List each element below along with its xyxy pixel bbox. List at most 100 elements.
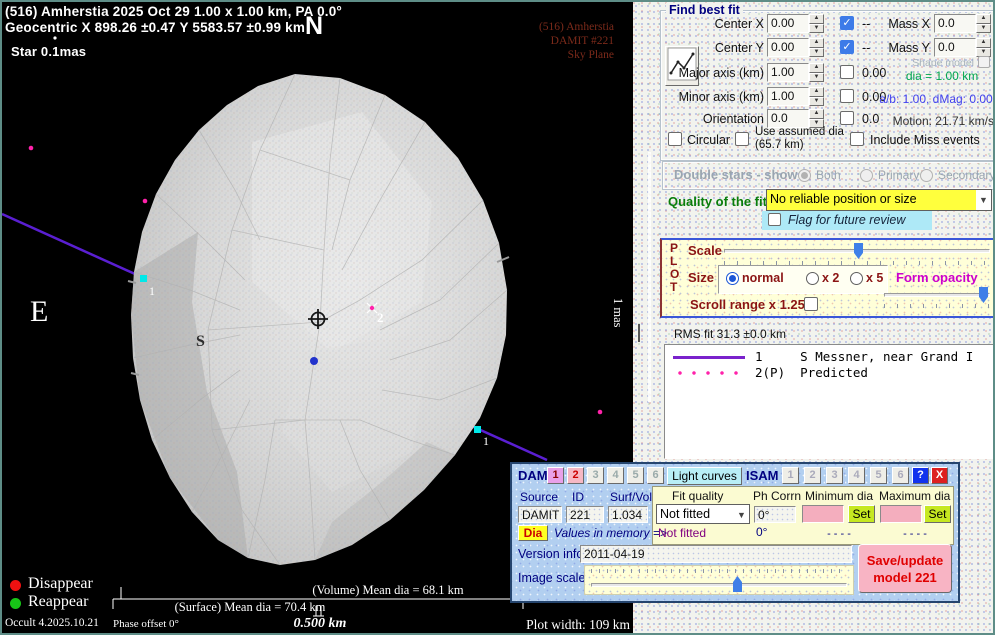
double-stars-secondary-radio[interactable] xyxy=(920,169,933,182)
plot-panel-title: P L O T xyxy=(670,242,679,294)
double-stars-secondary-label: Secondary xyxy=(938,168,995,182)
scale-slider-thumb[interactable] xyxy=(854,243,863,259)
isam-tab-3[interactable]: 3 xyxy=(826,467,843,484)
damit-model-tab-2[interactable]: 2 xyxy=(567,467,584,484)
orientation-checkbox[interactable] xyxy=(840,111,854,125)
version-info-label: Version info xyxy=(518,547,583,561)
mass-y-spinner[interactable]: ▲▼ xyxy=(976,38,991,57)
assumed-dia-label: Use assumed dia (65.7 km) xyxy=(755,126,849,151)
min-dia-field[interactable] xyxy=(802,505,844,523)
surfvol-field[interactable]: 1.034 xyxy=(608,506,648,523)
major-axis-checkbox[interactable] xyxy=(840,65,854,79)
center-y-input[interactable]: 0.00 xyxy=(767,38,809,57)
orientation-label: Orientation xyxy=(664,112,764,126)
version-info-field[interactable]: 2011-04-19 xyxy=(580,545,852,563)
compass-east-label: E xyxy=(30,295,48,329)
size-x5-radio[interactable] xyxy=(850,272,863,285)
major-axis-spinner[interactable]: ▲▼ xyxy=(809,63,824,82)
legend-entry-2: 2(P) Predicted xyxy=(755,365,868,380)
dia-button[interactable]: Dia xyxy=(518,525,548,541)
ph-corrn-header: Ph Corrn xyxy=(753,489,801,503)
min-dia-set-button[interactable]: Set xyxy=(848,505,875,523)
mas-scale-label: 1 mas xyxy=(610,298,625,328)
mass-y-label: Mass Y xyxy=(886,41,930,55)
minor-axis-spinner[interactable]: ▲▼ xyxy=(809,87,824,106)
mass-x-input[interactable]: 0.0 xyxy=(934,14,976,33)
center-y-label: Center Y xyxy=(674,41,764,55)
size-normal-radio[interactable] xyxy=(726,272,739,285)
damit-model-tab-1[interactable]: 1 xyxy=(547,467,564,484)
center-y-spinner[interactable]: ▲▼ xyxy=(809,38,824,57)
close-button[interactable]: X xyxy=(931,467,948,484)
scale-slider[interactable] xyxy=(724,244,990,258)
id-field[interactable]: 221 xyxy=(566,506,604,523)
miss-events-checkbox[interactable] xyxy=(850,132,864,146)
save-update-button[interactable]: Save/update model 221 xyxy=(858,544,952,593)
double-stars-primary-radio[interactable] xyxy=(860,169,873,182)
phase-offset-label: Phase offset 0° xyxy=(113,618,179,630)
size-x2-radio[interactable] xyxy=(806,272,819,285)
isam-tab-2[interactable]: 2 xyxy=(804,467,821,484)
chord1-label-left: 1 xyxy=(149,284,155,299)
help-button[interactable]: ? xyxy=(912,467,929,484)
major-axis-label: Major axis (km) xyxy=(664,66,764,80)
max-dia-set-button[interactable]: Set xyxy=(924,505,951,523)
damit-model-tab-6[interactable]: 6 xyxy=(647,467,664,484)
image-scale-thumb[interactable] xyxy=(733,576,742,592)
flag-review-checkbox[interactable] xyxy=(768,213,781,226)
isam-tab-1[interactable]: 1 xyxy=(782,467,799,484)
ab-readout: a/b: 1.00, dMag: 0.00 xyxy=(878,92,994,106)
ph-corrn-field[interactable]: 0° xyxy=(754,506,796,523)
disappear-dot xyxy=(10,580,21,591)
chevron-down-icon: ▼ xyxy=(734,505,749,523)
center-x-input[interactable]: 0.00 xyxy=(767,14,809,33)
quality-dropdown[interactable]: No reliable position or size ▼ xyxy=(766,189,992,211)
shape-model-checkbox[interactable] xyxy=(978,56,990,68)
quality-label: Quality of the fit xyxy=(668,194,767,209)
mass-y-input[interactable]: 0.0 xyxy=(934,38,976,57)
minor-axis-checkbox[interactable] xyxy=(840,89,854,103)
memory-ph-value: 0° xyxy=(756,525,767,539)
double-stars-both-label: Both xyxy=(816,168,841,182)
mass-x-label: Mass X xyxy=(886,17,930,31)
scroll-range-checkbox[interactable] xyxy=(804,297,818,311)
form-opacity-slider-thumb[interactable] xyxy=(979,287,988,303)
star-size-label: Star 0.1mas xyxy=(11,44,86,59)
center-x-checkbox[interactable]: ✓ xyxy=(840,16,854,30)
plot-title-line2: Geocentric X 898.26 ±0.47 Y 5583.57 ±0.9… xyxy=(5,20,305,35)
circular-checkbox[interactable] xyxy=(668,132,682,146)
isam-tab-6[interactable]: 6 xyxy=(892,467,909,484)
plot-title-line1: (516) Amherstia 2025 Oct 29 1.00 x 1.00 … xyxy=(5,4,342,19)
mass-x-spinner[interactable]: ▲▼ xyxy=(976,14,991,33)
quality-value: No reliable position or size xyxy=(767,190,976,210)
center-x-spinner[interactable]: ▲▼ xyxy=(809,14,824,33)
image-scale-slider[interactable] xyxy=(584,565,854,595)
double-stars-both-radio[interactable] xyxy=(798,169,811,182)
min-dia-header: Minimum dia xyxy=(805,489,873,503)
form-opacity-slider[interactable] xyxy=(884,288,990,302)
id-header: ID xyxy=(572,490,584,504)
legend-entry-1: 1 S Messner, near Grand I xyxy=(755,349,973,364)
damit-model-tab-3[interactable]: 3 xyxy=(587,467,604,484)
minor-axis-input[interactable]: 1.00 xyxy=(767,87,809,106)
center-x-dash: -- xyxy=(862,17,870,31)
light-curves-button[interactable]: Light curves xyxy=(667,467,742,485)
max-dia-field[interactable] xyxy=(880,505,922,523)
fit-quality-dropdown[interactable]: Not fitted ▼ xyxy=(656,504,750,524)
size-normal-label: normal xyxy=(742,271,784,285)
assumed-dia-checkbox[interactable] xyxy=(735,132,749,146)
isam-tab-5[interactable]: 5 xyxy=(870,467,887,484)
source-field[interactable]: DAMIT xyxy=(518,506,562,523)
major-axis-input[interactable]: 1.00 xyxy=(767,63,809,82)
size-x2-label: x 2 xyxy=(822,271,839,285)
orientation-alt: 0.0 xyxy=(862,112,879,126)
scale-label: Scale xyxy=(688,243,722,258)
isam-tab-4[interactable]: 4 xyxy=(848,467,865,484)
major-axis-alt: 0.00 xyxy=(862,66,886,80)
damit-model-tab-4[interactable]: 4 xyxy=(607,467,624,484)
form-opacity-label: Form opacity xyxy=(896,270,978,285)
center-y-checkbox[interactable]: ✓ xyxy=(840,40,854,54)
disappearance-marker xyxy=(140,275,147,282)
damit-model-tab-5[interactable]: 5 xyxy=(627,467,644,484)
flag-review-label: Flag for future review xyxy=(788,213,905,227)
